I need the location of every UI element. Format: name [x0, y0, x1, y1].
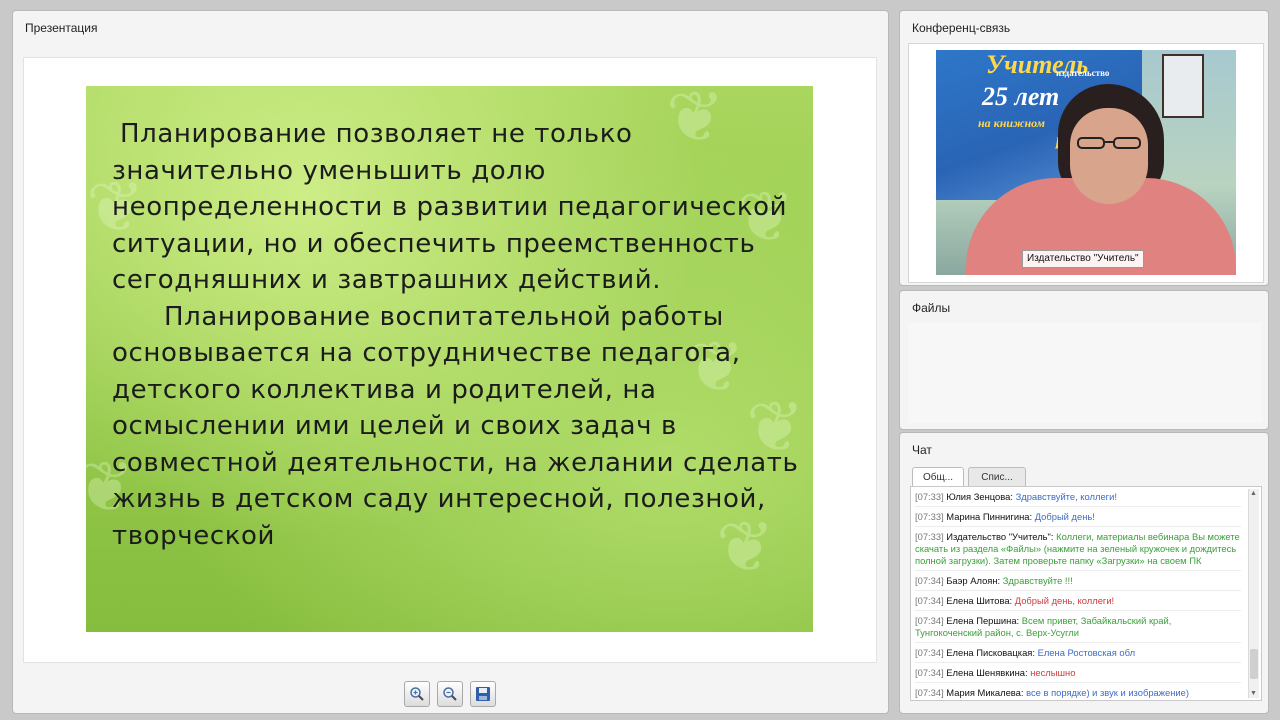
presentation-panel: Презентация ❦ ❦ ❦ ❦ ❦ ❦ ❦ Планирование п… [12, 10, 889, 714]
chat-message: [07:33] Юлия Зенцова: Здравствуйте, колл… [915, 491, 1241, 507]
chat-message: [07:34] Баэр Алоян: Здравствуйте !!! [915, 575, 1241, 591]
chat-scrollbar[interactable]: ▲ ▼ [1248, 489, 1259, 698]
zoom-out-icon [443, 687, 457, 701]
chat-message-list[interactable]: [07:33] Юлия Зенцова: Здравствуйте, колл… [910, 486, 1262, 701]
save-icon [476, 687, 490, 701]
chat-message: [07:34] Елена Першина: Всем привет, Заба… [915, 615, 1241, 643]
scroll-up-icon[interactable]: ▲ [1250, 490, 1257, 497]
chat-title: Чат [912, 443, 932, 457]
slide: ❦ ❦ ❦ ❦ ❦ ❦ ❦ Планирование позволяет не … [86, 86, 813, 632]
zoom-in-button[interactable] [404, 681, 430, 707]
banner-text: на книжном [978, 116, 1045, 130]
zoom-out-button[interactable] [437, 681, 463, 707]
scroll-thumb[interactable] [1250, 649, 1258, 679]
speaker-face [1070, 108, 1148, 204]
chat-message: [07:33] Издательство "Учитель": Коллеги,… [915, 531, 1241, 571]
wall-poster [1162, 54, 1204, 118]
files-panel: Файлы [899, 290, 1269, 430]
glasses-icon [1077, 137, 1141, 149]
tab-general-chat[interactable]: Общ... [912, 467, 964, 487]
banner-text: издательство [1056, 68, 1110, 78]
conference-title: Конференц-связь [912, 21, 1011, 35]
speaker-name-label: Издательство "Учитель" [1022, 250, 1144, 268]
video-frame: Учитель издательство 25 лет на книжном р… [908, 43, 1264, 283]
slide-paragraph-1: Планирование позволяет не только значите… [112, 119, 788, 295]
slide-viewport: ❦ ❦ ❦ ❦ ❦ ❦ ❦ Планирование позволяет не … [23, 57, 877, 663]
conference-panel: Конференц-связь Учитель издательство 25 … [899, 10, 1269, 286]
video-stream[interactable]: Учитель издательство 25 лет на книжном р… [936, 50, 1236, 275]
tab-participants-list[interactable]: Спис... [968, 467, 1026, 487]
chat-message: [07:33] Марина Пиннигина: Добрый день! [915, 511, 1241, 527]
save-button[interactable] [470, 681, 496, 707]
chat-panel: Чат Общ... Спис... [07:33] Юлия Зенцова:… [899, 432, 1269, 714]
chat-message: [07:34] Елена Шенявкина: неслышно [915, 667, 1241, 683]
scroll-down-icon[interactable]: ▼ [1250, 690, 1257, 697]
chat-message: [07:34] Елена Шитова: Добрый день, колле… [915, 595, 1241, 611]
slide-paragraph-2: Планирование воспитательной работы основ… [112, 301, 799, 551]
zoom-in-icon [410, 687, 424, 701]
presentation-title: Презентация [25, 21, 98, 35]
chat-message: [07:34] Мария Микалева: все в порядке) и… [915, 687, 1241, 700]
chat-message: [07:34] Елена Писковацкая: Елена Ростовс… [915, 647, 1241, 663]
files-list [908, 323, 1262, 423]
slide-text: Планирование позволяет не только значите… [112, 116, 802, 554]
files-title: Файлы [912, 301, 951, 315]
banner-text: 25 лет [982, 82, 1060, 111]
